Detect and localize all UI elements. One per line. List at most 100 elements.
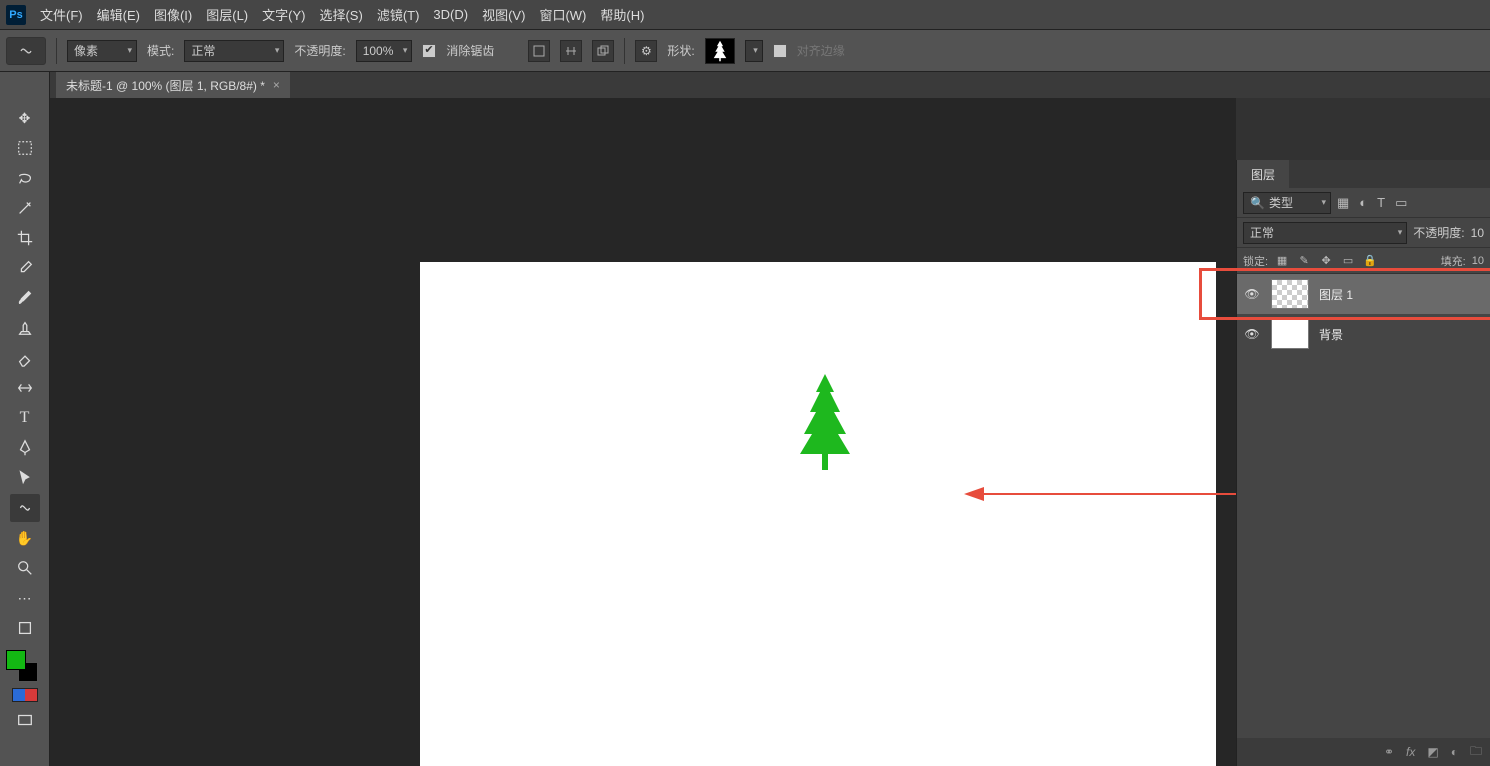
- menu-window[interactable]: 窗口(W): [539, 5, 586, 24]
- zoom-tool[interactable]: [10, 554, 40, 582]
- more-tools-icon[interactable]: ⋯: [10, 584, 40, 612]
- tools-panel: ✥ T ✋ ⋯: [0, 72, 50, 766]
- layer-filter-dropdown[interactable]: 🔍类型: [1243, 192, 1331, 214]
- gear-icon[interactable]: ⚙: [635, 40, 657, 62]
- options-bar: 像素 模式: 正常 不透明度: 100% 消除锯齿 ⚙ 形状: 对齐边缘: [0, 30, 1490, 72]
- hand-tool[interactable]: ✋: [10, 524, 40, 552]
- tool-preset-picker[interactable]: [6, 37, 46, 65]
- color-swatches[interactable]: [0, 650, 49, 684]
- lock-pos-icon[interactable]: ✥: [1318, 254, 1334, 267]
- filter-adjust-icon[interactable]: ◐: [1359, 195, 1367, 211]
- eyedropper-tool[interactable]: [10, 254, 40, 282]
- screen-mode-icon[interactable]: [10, 706, 40, 734]
- document-tab[interactable]: 未标题-1 @ 100% (图层 1, RGB/8#) * ×: [56, 72, 290, 98]
- annotation-arrow: [962, 480, 1236, 508]
- layers-panel: 图层 🔍类型 ▦ ◐ T ▭ 正常 不透明度: 10 锁定: ▦ ✎ ✥ ▭ 🔒…: [1236, 160, 1490, 766]
- pen-tool[interactable]: [10, 434, 40, 462]
- layer-mask-icon[interactable]: ◩: [1427, 745, 1438, 759]
- canvas-workspace: [50, 98, 1236, 766]
- document-canvas[interactable]: [420, 262, 1216, 766]
- eraser-tool[interactable]: [10, 344, 40, 372]
- visibility-toggle-icon[interactable]: 👁: [1243, 287, 1261, 301]
- menu-help[interactable]: 帮助(H): [600, 5, 644, 24]
- menu-view[interactable]: 视图(V): [482, 5, 525, 24]
- antialias-label: 消除锯齿: [446, 42, 494, 59]
- menu-select[interactable]: 选择(S): [319, 5, 362, 24]
- unit-dropdown[interactable]: 像素: [67, 40, 137, 62]
- menu-type[interactable]: 文字(Y): [262, 5, 305, 24]
- panel-tab-strip: 图层: [1237, 160, 1490, 188]
- magic-wand-tool[interactable]: [10, 194, 40, 222]
- layer-filter-label: 类型: [1269, 194, 1293, 211]
- layer-filter-row: 🔍类型 ▦ ◐ T ▭: [1237, 188, 1490, 218]
- menu-edit[interactable]: 编辑(E): [97, 5, 140, 24]
- layer-fx-icon[interactable]: fx: [1406, 745, 1415, 759]
- marquee-tool[interactable]: [10, 134, 40, 162]
- crop-tool[interactable]: [10, 224, 40, 252]
- layer-list: 👁 图层 1 👁 背景: [1237, 274, 1490, 738]
- fill-label: 填充:: [1441, 253, 1466, 269]
- brush-tool[interactable]: [10, 284, 40, 312]
- fill-value[interactable]: 10: [1472, 255, 1484, 267]
- lock-label: 锁定:: [1243, 253, 1268, 269]
- path-align-icon[interactable]: [560, 40, 582, 62]
- menu-layer[interactable]: 图层(L): [206, 5, 248, 24]
- shape-label: 形状:: [667, 42, 694, 59]
- type-tool[interactable]: T: [10, 404, 40, 432]
- document-tab-bar: 未标题-1 @ 100% (图层 1, RGB/8#) * ×: [0, 72, 1490, 98]
- shape-dropdown[interactable]: [745, 40, 763, 62]
- layer-opacity-value[interactable]: 10: [1471, 226, 1484, 240]
- lock-row: 锁定: ▦ ✎ ✥ ▭ 🔒 填充: 10: [1237, 248, 1490, 274]
- move-tool[interactable]: ✥: [10, 104, 40, 132]
- divider: [56, 38, 57, 64]
- clone-stamp-tool[interactable]: [10, 314, 40, 342]
- path-select-tool[interactable]: [10, 464, 40, 492]
- lock-all-icon[interactable]: 🔒: [1362, 254, 1378, 267]
- quick-mask-icon[interactable]: [12, 688, 38, 702]
- gradient-tool[interactable]: [10, 374, 40, 402]
- ps-logo-icon: Ps: [6, 5, 26, 25]
- tree-shape: [790, 372, 860, 472]
- filter-pixel-icon[interactable]: ▦: [1337, 195, 1349, 211]
- new-group-icon[interactable]: 🗀: [1470, 742, 1482, 763]
- layer-blend-dropdown[interactable]: 正常: [1243, 222, 1407, 244]
- edit-toolbar-icon[interactable]: [10, 614, 40, 642]
- close-icon[interactable]: ×: [273, 78, 280, 92]
- document-tab-title: 未标题-1 @ 100% (图层 1, RGB/8#) *: [66, 77, 265, 94]
- blend-opacity-row: 正常 不透明度: 10: [1237, 218, 1490, 248]
- adjustment-layer-icon[interactable]: ◐: [1451, 745, 1458, 759]
- menu-3d[interactable]: 3D(D): [433, 7, 468, 22]
- lock-artboard-icon[interactable]: ▭: [1340, 254, 1356, 267]
- mode-label: 模式:: [147, 42, 174, 59]
- filter-shape-icon[interactable]: ▭: [1395, 195, 1407, 211]
- lock-paint-icon[interactable]: ✎: [1296, 254, 1312, 267]
- layer-row[interactable]: 👁 背景: [1237, 314, 1490, 354]
- custom-shape-tool[interactable]: [10, 494, 40, 522]
- opacity-dropdown[interactable]: 100%: [356, 40, 413, 62]
- layer-name[interactable]: 背景: [1319, 326, 1343, 343]
- path-op-new-icon[interactable]: [528, 40, 550, 62]
- menu-file[interactable]: 文件(F): [40, 5, 83, 24]
- lock-trans-icon[interactable]: ▦: [1274, 254, 1290, 267]
- layer-row[interactable]: 👁 图层 1: [1237, 274, 1490, 314]
- menu-filter[interactable]: 滤镜(T): [377, 5, 420, 24]
- link-layers-icon[interactable]: ⚭: [1384, 745, 1394, 759]
- path-arrange-icon[interactable]: [592, 40, 614, 62]
- shape-preview[interactable]: [705, 38, 735, 64]
- menu-bar: Ps 文件(F) 编辑(E) 图像(I) 图层(L) 文字(Y) 选择(S) 滤…: [0, 0, 1490, 30]
- align-edges-label: 对齐边缘: [797, 42, 845, 59]
- filter-type-icon[interactable]: T: [1377, 195, 1385, 211]
- visibility-toggle-icon[interactable]: 👁: [1243, 327, 1261, 341]
- layer-thumbnail[interactable]: [1271, 279, 1309, 309]
- layers-tab[interactable]: 图层: [1237, 160, 1289, 188]
- menu-image[interactable]: 图像(I): [154, 5, 192, 24]
- antialias-checkbox[interactable]: [422, 44, 436, 58]
- layer-thumbnail[interactable]: [1271, 319, 1309, 349]
- blend-mode-dropdown[interactable]: 正常: [184, 40, 284, 62]
- align-edges-checkbox[interactable]: [773, 44, 787, 58]
- layer-opacity-label: 不透明度:: [1413, 224, 1464, 241]
- lasso-tool[interactable]: [10, 164, 40, 192]
- foreground-color-swatch[interactable]: [6, 650, 26, 670]
- opacity-label: 不透明度:: [294, 42, 345, 59]
- layer-name[interactable]: 图层 1: [1319, 286, 1353, 303]
